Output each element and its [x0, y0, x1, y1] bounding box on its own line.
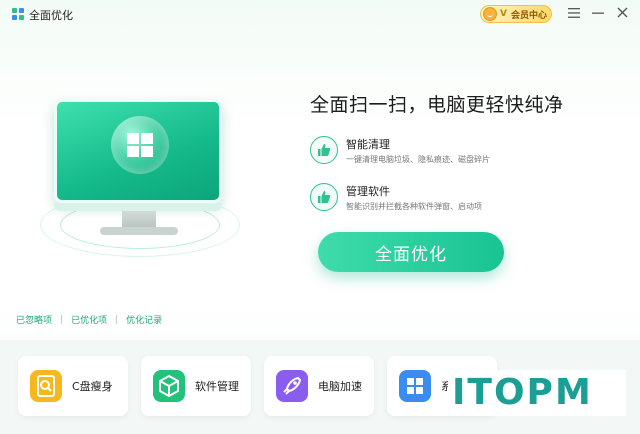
- watermark: ITOPM: [448, 370, 626, 416]
- history-links: 已忽略项 | 已优化项 | 优化记录: [16, 313, 163, 327]
- feature-title: 智能清理: [346, 138, 390, 151]
- tool-software-manage[interactable]: 软件管理: [141, 356, 251, 416]
- tool-c-drive-slim[interactable]: C盘瘦身: [18, 356, 128, 416]
- page-headline: 全面扫一扫，电脑更轻快纯净: [310, 94, 564, 116]
- monitor-screen: [54, 99, 222, 203]
- box-icon: [153, 370, 185, 402]
- menu-icon[interactable]: [566, 6, 582, 22]
- tool-label: C盘瘦身: [72, 380, 113, 393]
- disk-search-icon: [30, 370, 62, 402]
- windows-orb-icon: [111, 116, 169, 174]
- monitor-base: [100, 227, 178, 235]
- vip-center-button[interactable]: V 会员中心: [480, 5, 552, 23]
- feature-desc: 智能识别并拦截各种软件弹窗、启动项: [346, 202, 482, 211]
- thumbs-up-icon: [310, 183, 338, 211]
- feature-manage-software: 管理软件 智能识别并拦截各种软件弹窗、启动项: [310, 183, 570, 217]
- tool-label: 电脑加速: [318, 380, 362, 393]
- feature-smart-clean: 智能清理 一键清理电脑垃圾、隐私痕迹、磁盘碎片: [310, 136, 570, 170]
- minimize-icon[interactable]: [590, 6, 606, 22]
- monitor-illustration: [40, 95, 240, 260]
- feature-title: 管理软件: [346, 185, 390, 198]
- link-ignored-items[interactable]: 已忽略项: [16, 313, 52, 326]
- tool-label: 软件管理: [195, 380, 239, 393]
- windows-icon: [399, 370, 431, 402]
- feature-desc: 一键清理电脑垃圾、隐私痕迹、磁盘碎片: [346, 155, 490, 164]
- app-title: 全面优化: [29, 9, 73, 22]
- vip-v-icon: V: [500, 9, 507, 19]
- link-optimized-items[interactable]: 已优化项: [71, 313, 107, 326]
- app-logo-icon: [12, 8, 24, 20]
- thumbs-up-icon: [310, 136, 338, 164]
- close-icon[interactable]: [614, 6, 630, 22]
- link-optimize-records[interactable]: 优化记录: [126, 313, 162, 326]
- rocket-icon: [276, 370, 308, 402]
- optimize-all-button[interactable]: 全面优化: [318, 232, 504, 272]
- vip-center-label: 会员中心: [510, 10, 547, 21]
- avatar: [483, 7, 497, 21]
- windows-icon: [127, 133, 153, 157]
- watermark-text: ITOPM: [452, 372, 593, 413]
- title-bar: 全面优化 V 会员中心: [0, 0, 640, 30]
- tool-pc-speedup[interactable]: 电脑加速: [264, 356, 374, 416]
